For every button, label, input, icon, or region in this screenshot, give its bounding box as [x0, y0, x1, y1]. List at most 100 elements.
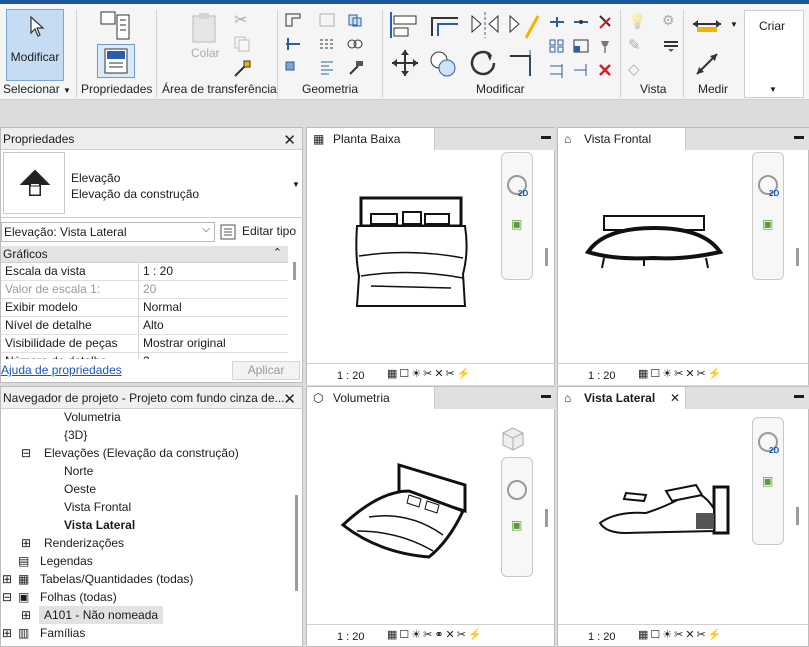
expand-toggle-icon[interactable]: ⊞ [21, 606, 31, 624]
navwheel-icon[interactable] [507, 480, 527, 500]
split-gap-icon[interactable] [572, 14, 590, 30]
view-scrollbar[interactable] [796, 248, 799, 266]
view-scrollbar[interactable] [545, 509, 548, 527]
zoom-icon[interactable]: ▣ [762, 474, 773, 488]
tree-item-norte[interactable]: Norte [64, 462, 93, 480]
align-tool-icon[interactable] [318, 60, 336, 76]
trim-multiple-icon[interactable] [548, 62, 566, 78]
cut-icon[interactable]: ✂ [234, 10, 247, 30]
offset-icon[interactable] [428, 10, 462, 40]
extend-icon[interactable] [572, 62, 590, 78]
zoom-icon[interactable]: ▣ [762, 217, 773, 231]
navigation-bar[interactable]: 2D ▣ [752, 152, 784, 280]
tab-vista-lateral[interactable]: ⌂ Vista Lateral ✕ [558, 387, 686, 409]
tree-item-elevations[interactable]: Elevações (Elevação da construção) [44, 444, 239, 462]
match-properties-icon[interactable] [233, 60, 251, 78]
override-graphics-icon[interactable]: ✎ [628, 36, 641, 54]
property-row[interactable]: Visibilidade de peças Mostrar original [1, 335, 288, 353]
close-icon[interactable]: ✕ [283, 130, 296, 152]
close-icon[interactable]: ✕ [670, 387, 680, 409]
move-icon[interactable] [390, 48, 420, 78]
tree-item-sheet-a101[interactable]: A101 - Não nomeada [44, 606, 158, 624]
split-element-icon[interactable] [548, 14, 566, 30]
properties-scrollbar[interactable] [293, 262, 296, 280]
halftone-icon[interactable]: ⚙ [662, 12, 675, 29]
measure-between-icon[interactable] [691, 14, 723, 34]
tab-volumetria[interactable]: ⬡ Volumetria [307, 387, 435, 409]
zoom-icon[interactable]: ▣ [511, 518, 522, 532]
view-controls-icons[interactable]: ▦☐☀✂✕✂⚡ [387, 364, 472, 384]
rotate-icon[interactable] [468, 48, 498, 78]
tree-item-oeste[interactable]: Oeste [64, 480, 96, 498]
navigation-bar[interactable]: ▣ [501, 457, 533, 577]
property-row[interactable]: Exibir modelo Normal [1, 299, 288, 317]
tree-item-vista-frontal[interactable]: Vista Frontal [64, 498, 131, 516]
view-menu-icon[interactable]: ▬ [541, 390, 551, 401]
view-menu-icon[interactable]: ▬ [794, 131, 804, 142]
cut-geometry-icon[interactable] [318, 12, 336, 28]
tree-item-volumetria[interactable]: Volumetria [64, 409, 121, 426]
tab-vista-frontal[interactable]: ⌂ Vista Frontal [558, 128, 686, 150]
tree-item-vista-lateral[interactable]: Vista Lateral [64, 516, 135, 534]
zoom-icon[interactable]: ▣ [511, 217, 522, 231]
linework-style-icon[interactable] [662, 38, 680, 54]
copy-element-icon[interactable] [428, 48, 458, 78]
properties-section-header[interactable]: Gráficos ⌃ [1, 246, 288, 263]
wall-joins-icon[interactable] [284, 36, 302, 52]
paste-icon[interactable] [190, 12, 218, 44]
view-menu-icon[interactable]: ▬ [541, 131, 551, 142]
type-dropdown-icon[interactable]: ▼ [292, 180, 300, 189]
demolish-icon[interactable] [284, 60, 302, 76]
unpin-icon[interactable] [596, 14, 614, 30]
hide-bulb-icon[interactable]: 💡 [628, 12, 647, 30]
delete-icon[interactable] [596, 62, 614, 78]
measure-along-icon[interactable] [693, 50, 721, 78]
array-icon[interactable] [548, 38, 566, 54]
properties-button[interactable] [97, 44, 135, 78]
view-controls-icons[interactable]: ▦☐☀✂⚭✕✂⚡ [387, 625, 484, 645]
pin-icon[interactable] [596, 38, 614, 54]
collapse-toggle-icon[interactable]: ⊟ [21, 444, 31, 462]
type-selector[interactable]: Elevação Elevação da construção ▼ [1, 150, 304, 218]
view-controls-icons[interactable]: ▦☐☀✂✕✂⚡ [638, 364, 723, 384]
view-controls-icons[interactable]: ▦☐☀✂✕✂⚡ [638, 625, 723, 645]
navigation-bar[interactable]: 2D ▣ [752, 417, 784, 545]
trim-extend-icon[interactable] [506, 48, 536, 78]
paint-icon[interactable] [346, 36, 364, 52]
properties-help-link[interactable]: Ajuda de propriedades [1, 363, 122, 377]
hammer-icon[interactable] [346, 60, 364, 76]
close-icon[interactable]: ✕ [283, 389, 296, 411]
mirror-draw-icon[interactable] [506, 10, 540, 40]
expand-toggle-icon[interactable]: ⊞ [2, 624, 12, 642]
join-geometry-icon[interactable] [346, 12, 364, 28]
create-button[interactable]: Criar ▼ [744, 10, 804, 98]
select-panel-label[interactable]: Selecionar ▼ [3, 82, 71, 96]
property-row[interactable]: Número de detalhe2 [1, 353, 288, 359]
property-row[interactable]: Escala da vista 1 : 20 [1, 263, 288, 281]
view-menu-icon[interactable]: ▬ [794, 390, 804, 401]
mirror-axis-icon[interactable] [468, 10, 502, 40]
expand-toggle-icon[interactable]: ⊞ [21, 534, 31, 552]
measure-dropdown-icon[interactable]: ▼ [730, 20, 738, 29]
edit-type-button[interactable]: Editar tipo [220, 223, 302, 241]
navigation-bar[interactable]: 2D ▣ [501, 152, 533, 280]
modify-button[interactable]: Modificar [6, 9, 64, 81]
tree-item-legends[interactable]: Legendas [40, 552, 93, 570]
scale-icon[interactable] [572, 38, 590, 54]
tree-item-schedules[interactable]: Tabelas/Quantidades (todas) [40, 570, 193, 588]
align-icon[interactable] [388, 10, 422, 40]
tree-item-sheets[interactable]: Folhas (todas) [40, 588, 117, 606]
instance-selector[interactable]: Elevação: Vista Lateral ⌵ [1, 222, 215, 242]
tab-planta-baixa[interactable]: ▦ Planta Baixa [307, 128, 435, 150]
linework-icon[interactable]: ◇ [628, 60, 640, 78]
property-row[interactable]: Nível de detalhe Alto [1, 317, 288, 335]
copy-icon[interactable] [234, 36, 250, 52]
apply-button[interactable]: Aplicar [232, 361, 300, 380]
view-scrollbar[interactable] [545, 248, 548, 266]
split-face-icon[interactable] [318, 36, 336, 52]
viewcube-icon[interactable] [497, 425, 529, 453]
collapse-toggle-icon[interactable]: ⊟ [2, 588, 12, 606]
tree-item-3d[interactable]: {3D} [64, 426, 87, 444]
create-dropdown-icon[interactable]: ▼ [769, 85, 777, 94]
tree-item-families[interactable]: Famílias [40, 624, 85, 642]
